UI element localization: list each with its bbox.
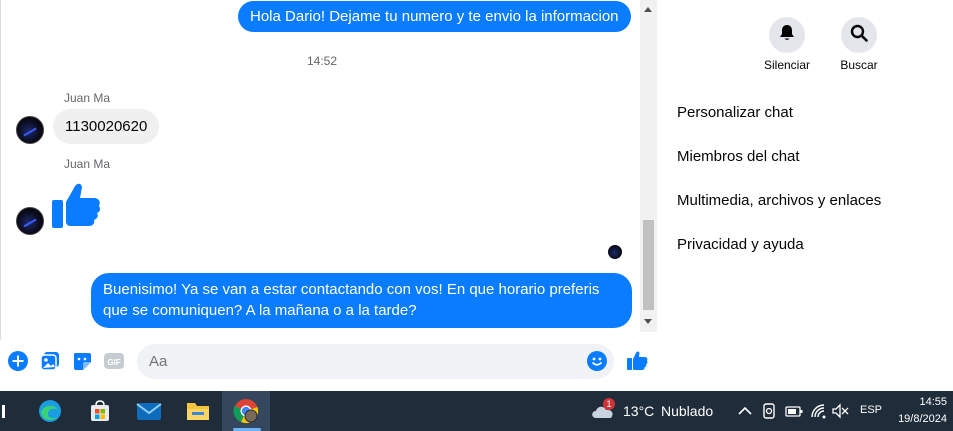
chat-area: Hola Dario! Dejame tu numero y te envio …: [0, 0, 659, 391]
windows-taskbar: 1 13°C Nublado ESP 14:55 19/8/2024: [0, 391, 953, 431]
message-input[interactable]: [137, 344, 614, 379]
sender-name: Juan Ma: [64, 157, 111, 171]
widgets-icon[interactable]: [0, 397, 10, 425]
messenger-window: Hola Dario! Dejame tu numero y te envio …: [0, 0, 953, 391]
scroll-up-arrow-icon[interactable]: [644, 7, 652, 12]
sender-avatar[interactable]: [16, 207, 44, 235]
like-send-icon[interactable]: [626, 349, 648, 371]
mail-icon[interactable]: [135, 397, 163, 425]
message-outgoing[interactable]: Hola Dario! Dejame tu numero y te envio …: [238, 1, 631, 32]
volume-muted-icon[interactable]: [827, 397, 853, 425]
input-language[interactable]: ESP: [860, 404, 882, 416]
chat-info-panel: Silenciar Buscar Personalizar chat Miemb…: [659, 0, 953, 391]
mute-button[interactable]: [769, 17, 805, 53]
like-sticker-icon[interactable]: [50, 178, 102, 230]
search-button[interactable]: [841, 17, 877, 53]
read-receipt-avatar: [608, 245, 622, 259]
weather-badge: 1: [603, 398, 615, 410]
svg-text:GIF: GIF: [107, 358, 120, 367]
camera-mic-icon[interactable]: [756, 397, 782, 425]
sender-avatar[interactable]: [16, 116, 44, 144]
scroll-down-arrow-icon[interactable]: [644, 319, 652, 324]
scroll-thumb[interactable]: [643, 220, 654, 310]
sender-name: Juan Ma: [64, 91, 111, 105]
clock-time[interactable]: 14:55: [885, 395, 947, 410]
message-timestamp: 14:52: [307, 54, 338, 68]
bell-icon: [778, 24, 796, 47]
search-label: Buscar: [840, 58, 878, 72]
gallery-icon[interactable]: [39, 350, 61, 372]
message-outgoing[interactable]: Buenisimo! Ya se van a estar contactando…: [91, 273, 632, 328]
sticker-icon[interactable]: [71, 350, 93, 372]
gif-icon[interactable]: GIF: [103, 350, 125, 372]
clock-date[interactable]: 19/8/2024: [885, 412, 947, 427]
menu-privacy-help[interactable]: Privacidad y ayuda: [677, 236, 804, 253]
menu-media-files-links[interactable]: Multimedia, archivos y enlaces: [677, 192, 881, 209]
emoji-icon[interactable]: [586, 350, 608, 372]
edge-browser-icon[interactable]: [36, 397, 64, 425]
add-icon[interactable]: [7, 350, 29, 372]
message-incoming[interactable]: 1130020620: [53, 109, 160, 144]
file-explorer-icon[interactable]: [184, 397, 212, 425]
weather-temperature[interactable]: 13°C: [623, 403, 654, 419]
chat-scrollbar[interactable]: [640, 0, 657, 332]
mute-label: Silenciar: [763, 58, 811, 72]
chrome-icon[interactable]: [232, 397, 260, 425]
message-composer: GIF: [0, 340, 659, 384]
search-icon: [850, 24, 868, 47]
weather-condition[interactable]: Nublado: [661, 403, 713, 419]
battery-icon[interactable]: [781, 397, 807, 425]
microsoft-store-icon[interactable]: [86, 397, 114, 425]
menu-chat-members[interactable]: Miembros del chat: [677, 148, 800, 165]
chevron-up-icon[interactable]: [731, 397, 759, 425]
chat-left-border: [0, 0, 1, 340]
menu-customize-chat[interactable]: Personalizar chat: [677, 104, 793, 121]
